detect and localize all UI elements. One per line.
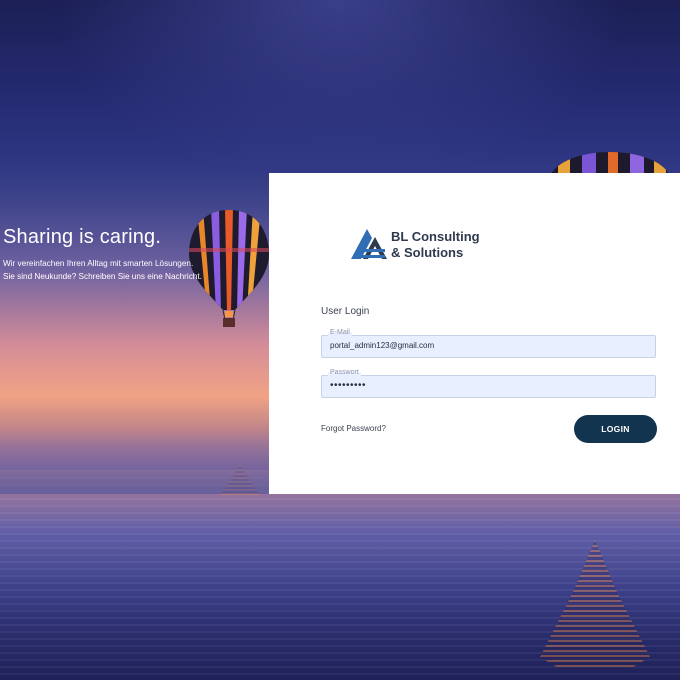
email-input[interactable]: [330, 341, 630, 350]
forgot-password-link[interactable]: Forgot Password?: [321, 424, 386, 433]
password-field[interactable]: Passwort: [321, 369, 656, 398]
login-card: BL Consulting & Solutions User Login E-M…: [269, 173, 680, 494]
company-name-line-1: BL Consulting: [391, 229, 480, 244]
login-title: User Login: [321, 306, 370, 317]
password-input[interactable]: [330, 380, 630, 391]
login-button[interactable]: LOGIN: [574, 415, 657, 443]
hero-subline: Wir vereinfachen Ihren Alltag mit smarte…: [3, 259, 194, 268]
email-field[interactable]: E-Mail: [321, 329, 656, 358]
login-page: Sharing is caring. Wir vereinfachen Ihre…: [0, 0, 680, 680]
logo-mountain-icon: [351, 229, 387, 259]
company-name: BL Consulting & Solutions: [391, 229, 480, 261]
hero-headline: Sharing is caring.: [3, 226, 162, 248]
email-label: E-Mail: [328, 329, 352, 336]
hero-subline-contact: Sie sind Neukunde? Schreiben Sie uns ein…: [3, 272, 202, 281]
password-label: Passwort: [328, 369, 361, 376]
company-name-line-2: & Solutions: [391, 245, 464, 260]
company-logo: BL Consulting & Solutions: [349, 225, 499, 265]
